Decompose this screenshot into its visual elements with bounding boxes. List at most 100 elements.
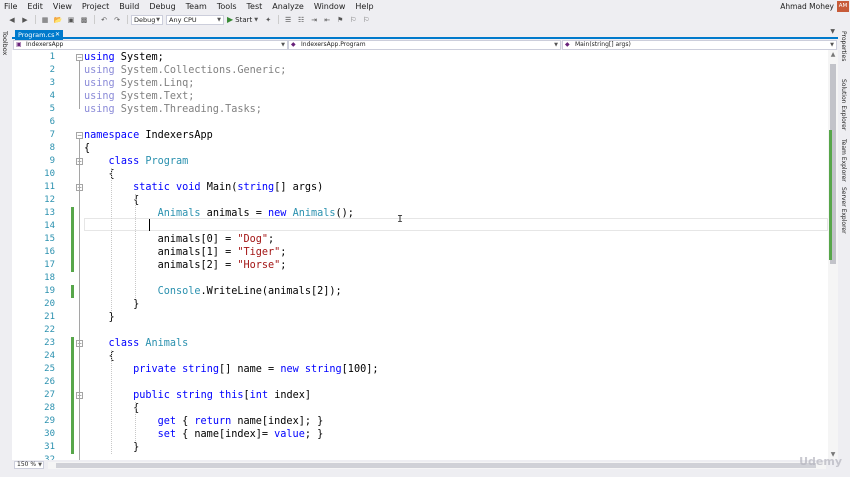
menu-help[interactable]: Help	[350, 0, 378, 13]
zoom-dropdown[interactable]: 150 % ▼	[14, 461, 44, 469]
close-icon[interactable]: ✕	[55, 30, 60, 40]
menu-team[interactable]: Team	[181, 0, 212, 13]
menu-analyze[interactable]: Analyze	[267, 0, 309, 13]
open-file-icon[interactable]: 📂	[52, 14, 64, 25]
line-number: 14	[44, 221, 55, 231]
chevron-down-icon: ▼	[281, 42, 285, 48]
menu-window[interactable]: Window	[309, 0, 351, 13]
toolbar-separator	[127, 15, 128, 24]
indent-icon[interactable]: ⇥	[308, 14, 320, 25]
code-line[interactable]: class Animals	[84, 337, 189, 350]
solution-config-select[interactable]: Debug ▼	[131, 14, 163, 25]
code-line[interactable]: {	[84, 402, 139, 415]
vertical-scrollbar[interactable]: ▲ ▼	[828, 50, 838, 460]
line-number: 27	[44, 390, 55, 400]
method-icon: ◆	[565, 41, 570, 48]
solution-config-value: Debug	[134, 15, 156, 24]
uncomment-icon[interactable]: ☷	[295, 14, 307, 25]
code-line[interactable]: get { return name[index]; }	[84, 415, 324, 428]
line-number: 6	[49, 117, 55, 127]
line-number: 18	[44, 273, 55, 283]
user-avatar[interactable]: AM	[837, 1, 849, 12]
navigate-back-icon[interactable]: ◀	[6, 14, 18, 25]
fold-toggle-icon[interactable]: −	[76, 54, 83, 61]
code-line[interactable]: private string[] name = new string[100];	[84, 363, 378, 376]
code-line[interactable]: }	[84, 311, 115, 324]
outdent-icon[interactable]: ⇤	[321, 14, 333, 25]
solution-platform-select[interactable]: Any CPU ▼	[166, 14, 224, 25]
menu-debug[interactable]: Debug	[144, 0, 180, 13]
code-line[interactable]: Animals animals = new Animals();	[84, 207, 354, 220]
code-line[interactable]: animals[1] = "Tiger";	[84, 246, 287, 259]
line-number: 10	[44, 169, 55, 179]
change-tracking-bar	[71, 285, 74, 298]
code-line[interactable]: namespace IndexersApp	[84, 129, 213, 142]
hscroll-thumb[interactable]	[56, 463, 816, 468]
code-line[interactable]: class Program	[84, 155, 189, 168]
code-line[interactable]: using System.Collections.Generic;	[84, 64, 286, 77]
save-all-icon[interactable]: ▩	[78, 14, 90, 25]
properties-tab[interactable]: Properties	[840, 31, 847, 61]
code-editor[interactable]: 1 2 3 4 5 6 7 8 9 10 11 12 13 14 15 16 17 18 19 20 21 22 23 24 2…	[12, 50, 838, 460]
server-explorer-tab[interactable]: Server Explorer	[840, 187, 847, 234]
navigate-forward-icon[interactable]: ▶	[19, 14, 31, 25]
menu-view[interactable]: View	[48, 0, 77, 13]
code-line[interactable]: static void Main(string[] args)	[84, 181, 323, 194]
redo-icon[interactable]: ↷	[111, 14, 123, 25]
code-line[interactable]: {	[84, 194, 139, 207]
team-explorer-tab[interactable]: Team Explorer	[840, 139, 847, 182]
bookmark-prev-icon[interactable]: ⚐	[347, 14, 359, 25]
code-line[interactable]: }	[84, 298, 139, 311]
code-line[interactable]: animals[2] = "Horse";	[84, 259, 287, 272]
member-dropdown[interactable]: ◆ Main(string[] args) ▼	[562, 40, 837, 50]
udemy-watermark: Udemy	[799, 455, 842, 468]
horizontal-scrollbar[interactable]	[48, 462, 826, 469]
bookmark-icon[interactable]: ⚑	[334, 14, 346, 25]
line-number: 30	[44, 429, 55, 439]
fold-toggle-icon[interactable]: −	[76, 132, 83, 139]
code-line[interactable]: animals[0] = "Dog";	[84, 233, 275, 246]
line-number: 17	[44, 260, 55, 270]
toolbar-separator	[35, 15, 36, 24]
project-dropdown[interactable]: ▣ IndexersApp ▼	[13, 40, 288, 50]
user-name[interactable]: Ahmad Mohey	[780, 0, 834, 13]
menu-edit[interactable]: Edit	[22, 0, 48, 13]
bottom-tool-tabs	[0, 470, 850, 477]
code-line[interactable]: set { name[index]= value; }	[84, 428, 324, 441]
tab-program-cs[interactable]: Program.cs ✕	[15, 30, 63, 40]
type-dropdown[interactable]: ◆ IndexersApp.Program ▼	[288, 40, 561, 50]
fold-region-line	[79, 399, 80, 447]
code-line[interactable]: {	[84, 142, 90, 155]
tab-overflow-icon[interactable]: ▼	[830, 28, 835, 35]
code-line[interactable]: Console.WriteLine(animals[2]);	[84, 285, 342, 298]
play-icon: ▶	[227, 15, 234, 24]
undo-icon[interactable]: ↶	[98, 14, 110, 25]
scroll-up-icon[interactable]: ▲	[828, 50, 838, 60]
line-number: 7	[49, 130, 55, 140]
chevron-down-icon: ▼	[830, 42, 834, 48]
line-number: 8	[49, 143, 55, 153]
menu-build[interactable]: Build	[114, 0, 144, 13]
new-project-icon[interactable]: ▦	[39, 14, 51, 25]
toolbox-tab[interactable]: Toolbox	[1, 31, 9, 55]
line-number: 19	[44, 286, 55, 296]
code-line[interactable]: using System;	[84, 51, 164, 64]
browser-link-icon[interactable]: ✦	[262, 14, 274, 25]
comment-icon[interactable]: ☰	[282, 14, 294, 25]
line-number: 24	[44, 351, 55, 361]
code-line[interactable]: }	[84, 441, 139, 454]
start-button[interactable]: ▶ Start ▼	[227, 15, 258, 24]
bookmark-next-icon[interactable]: ⚐	[360, 14, 372, 25]
code-line[interactable]: using System.Text;	[84, 90, 194, 103]
menu-tools[interactable]: Tools	[212, 0, 242, 13]
code-line[interactable]: using System.Linq;	[84, 77, 194, 90]
menu-project[interactable]: Project	[77, 0, 114, 13]
solution-explorer-tab[interactable]: Solution Explorer	[840, 79, 847, 130]
line-number: 23	[44, 338, 55, 348]
member-value: Main(string[] args)	[575, 41, 631, 48]
save-icon[interactable]: ▣	[65, 14, 77, 25]
code-line[interactable]: public string this[int index]	[84, 389, 311, 402]
menu-file[interactable]: File	[0, 0, 22, 13]
code-line[interactable]: using System.Threading.Tasks;	[84, 103, 262, 116]
menu-test[interactable]: Test	[242, 0, 268, 13]
